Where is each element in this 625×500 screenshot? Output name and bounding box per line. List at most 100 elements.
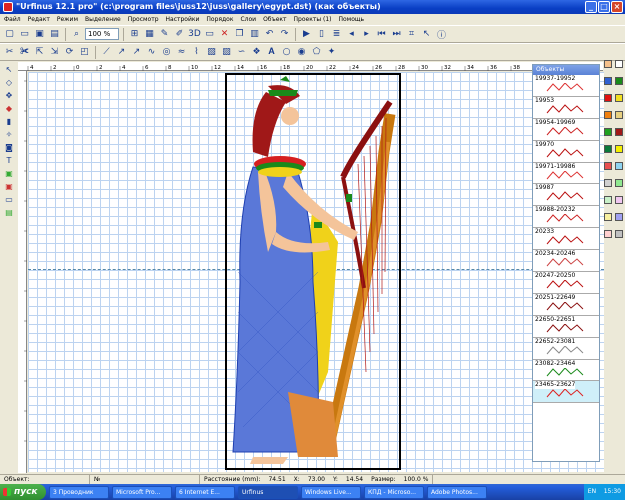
object-list-item[interactable]: 19988-20232 [533, 206, 599, 229]
task-explorer[interactable]: 3 Проводник [49, 485, 109, 499]
color-swatch[interactable] [604, 196, 612, 204]
shape-icon[interactable]: ◆ [3, 103, 15, 113]
object-list-item[interactable]: 23465-23627 [533, 381, 599, 404]
star-tool-icon[interactable]: ✦ [325, 46, 338, 59]
select-icon[interactable]: ◰ [78, 46, 91, 59]
color-swatch[interactable] [604, 60, 612, 68]
menu-object[interactable]: Объект [263, 14, 286, 25]
task-kpd-word[interactable]: КПД - Microso... [364, 485, 424, 499]
zigzag-tool-icon[interactable]: ≈ [175, 46, 188, 59]
title-bar[interactable]: "Urfinus 12.1 pro" (c:\program files\jus… [0, 0, 625, 14]
language-indicator[interactable]: EN [588, 488, 596, 495]
delete-icon[interactable]: ✕ [218, 28, 231, 41]
menu-selection[interactable]: Выделение [85, 14, 121, 25]
move-icon[interactable]: ✥ [3, 90, 15, 100]
3d-button[interactable]: 3D [188, 28, 201, 41]
task-windows-live[interactable]: Windows Live... [301, 485, 361, 499]
menu-projects[interactable]: Проекты (1) [294, 14, 332, 25]
zoom-select[interactable]: 100 % [85, 28, 119, 40]
menu-layers[interactable]: Слои [240, 14, 256, 25]
menu-mode[interactable]: Режим [57, 14, 78, 25]
info-icon[interactable]: ⓘ [435, 28, 448, 41]
wave-tool-icon[interactable]: ∽ [235, 46, 248, 59]
menu-order[interactable]: Порядок [206, 14, 233, 25]
color-swatch[interactable] [615, 111, 623, 119]
menu-settings[interactable]: Настройки [166, 14, 200, 25]
first-icon[interactable]: ⏮ [375, 28, 388, 41]
prev-icon[interactable]: ◂ [345, 28, 358, 41]
cursor-icon[interactable]: ↖ [420, 28, 433, 41]
menu-view[interactable]: Просмотр [128, 14, 159, 25]
next-icon[interactable]: ▸ [360, 28, 373, 41]
fit-icon[interactable]: ⊞ [128, 28, 141, 41]
color-swatch[interactable] [615, 179, 623, 187]
color-swatch[interactable] [615, 196, 623, 204]
task-urfinus[interactable]: Urfinus [238, 485, 298, 499]
color-swatch[interactable] [615, 213, 623, 221]
color-swatch[interactable] [615, 77, 623, 85]
color-swatch[interactable] [604, 179, 612, 187]
eraser-icon[interactable]: ▭ [3, 194, 15, 204]
fill-tool-icon[interactable]: ▧ [205, 46, 218, 59]
satin-tool-icon[interactable]: ⌇ [190, 46, 203, 59]
object-list-item[interactable]: 23082-23464 [533, 359, 599, 382]
object-list-item[interactable]: 20247-20250 [533, 272, 599, 294]
arrange-icon[interactable]: ⇱ [33, 46, 46, 59]
new-icon[interactable]: ▢ [3, 28, 16, 41]
brush-icon[interactable]: ✐ [173, 28, 186, 41]
color-swatch[interactable] [615, 145, 623, 153]
pointer-icon[interactable]: ↖ [3, 64, 15, 74]
design-canvas[interactable] [28, 72, 604, 472]
embroidery-design[interactable] [28, 72, 604, 472]
play-icon[interactable]: ▶ [300, 28, 313, 41]
color-swatch[interactable] [604, 128, 612, 136]
grid-icon[interactable]: ▦ [143, 28, 156, 41]
open-icon[interactable]: ▭ [18, 28, 31, 41]
object-list-item[interactable]: 20234-20246 [533, 250, 599, 273]
color-swatch[interactable] [604, 213, 612, 221]
object-list-item[interactable]: 20251-22649 [533, 293, 599, 316]
task-microsoft-pro[interactable]: Microsoft Pro... [112, 485, 172, 499]
close-button[interactable]: × [611, 1, 623, 13]
text-icon[interactable]: T [3, 155, 15, 165]
object-list-item[interactable]: 19954-19969 [533, 118, 599, 141]
stitch-icon[interactable]: ⌗ [405, 28, 418, 41]
color-swatch[interactable] [615, 60, 623, 68]
minimize-button[interactable]: _ [585, 1, 597, 13]
layer-icon[interactable]: ▤ [3, 207, 15, 217]
spiral-tool-icon[interactable]: ◎ [160, 46, 173, 59]
object-list-item[interactable]: 19970 [533, 140, 599, 163]
copy-icon[interactable]: ❐ [233, 28, 246, 41]
circle-tool-icon[interactable]: ○ [280, 46, 293, 59]
node-icon[interactable]: ◇ [3, 77, 15, 87]
save-icon[interactable]: ▣ [33, 28, 46, 41]
undo-icon[interactable]: ↶ [263, 28, 276, 41]
curve-tool-icon[interactable]: ∿ [145, 46, 158, 59]
color-swatch[interactable] [615, 230, 623, 238]
object-list-item[interactable]: 19971-19986 [533, 162, 599, 185]
color-swatch[interactable] [604, 94, 612, 102]
rotate-icon[interactable]: ⟳ [63, 46, 76, 59]
arrow-tool-icon[interactable]: ↗ [115, 46, 128, 59]
color-swatch[interactable] [604, 145, 612, 153]
magic-icon[interactable]: ✧ [3, 129, 15, 139]
color-swatch[interactable] [615, 162, 623, 170]
task-internet-explorer[interactable]: 6 Internet E... [175, 485, 235, 499]
scissors-icon[interactable]: ✀ [18, 46, 31, 59]
object-list-item[interactable]: 22652-23081 [533, 337, 599, 360]
object-list-item[interactable]: 19937-19952 [533, 75, 599, 97]
color-swatch[interactable] [615, 94, 623, 102]
pen-icon[interactable]: ✎ [158, 28, 171, 41]
letter-tool-icon[interactable]: 𝐀 [265, 46, 278, 59]
document-icon[interactable]: ▯ [315, 28, 328, 41]
camera-icon[interactable]: ◙ [3, 142, 15, 152]
color-icon[interactable]: ▣ [3, 168, 15, 178]
color-swatch[interactable] [604, 230, 612, 238]
menu-help[interactable]: Помощь [339, 14, 365, 25]
target-tool-icon[interactable]: ◉ [295, 46, 308, 59]
print-icon[interactable]: ▤ [48, 28, 61, 41]
align-icon[interactable]: ⇲ [48, 46, 61, 59]
line-tool-icon[interactable]: ⟋ [100, 46, 113, 59]
pentagon-tool-icon[interactable]: ⬠ [310, 46, 323, 59]
color-swatch[interactable] [604, 111, 612, 119]
